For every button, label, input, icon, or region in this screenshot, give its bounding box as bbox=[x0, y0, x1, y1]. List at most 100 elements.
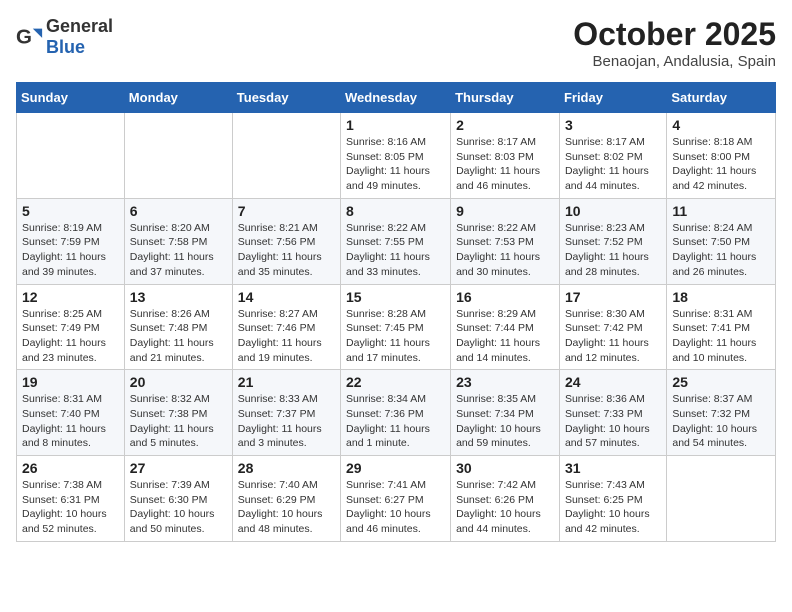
calendar-cell: 15Sunrise: 8:28 AM Sunset: 7:45 PM Dayli… bbox=[341, 284, 451, 370]
day-number: 22 bbox=[346, 374, 445, 390]
calendar-cell: 29Sunrise: 7:41 AM Sunset: 6:27 PM Dayli… bbox=[341, 456, 451, 542]
day-number: 12 bbox=[22, 289, 119, 305]
calendar-cell bbox=[667, 456, 776, 542]
day-info: Sunrise: 8:27 AM Sunset: 7:46 PM Dayligh… bbox=[238, 307, 335, 366]
logo: G General Blue bbox=[16, 16, 113, 58]
page-header: G General Blue October 2025 Benaojan, An… bbox=[16, 16, 776, 70]
day-number: 3 bbox=[565, 117, 661, 133]
day-info: Sunrise: 7:39 AM Sunset: 6:30 PM Dayligh… bbox=[130, 478, 227, 537]
day-info: Sunrise: 8:22 AM Sunset: 7:55 PM Dayligh… bbox=[346, 221, 445, 280]
day-info: Sunrise: 8:37 AM Sunset: 7:32 PM Dayligh… bbox=[672, 392, 770, 451]
calendar-cell: 9 Sunrise: 8:22 AM Sunset: 7:53 PM Daylig… bbox=[451, 198, 560, 284]
month-title: October 2025 bbox=[573, 16, 776, 53]
day-number: 28 bbox=[238, 460, 335, 476]
day-number: 18 bbox=[672, 289, 770, 305]
day-info: Sunrise: 7:40 AM Sunset: 6:29 PM Dayligh… bbox=[238, 478, 335, 537]
day-info: Sunrise: 8:23 AM Sunset: 7:52 PM Dayligh… bbox=[565, 221, 661, 280]
day-number: 9 bbox=[456, 203, 554, 219]
day-header-sunday: Sunday bbox=[17, 83, 125, 113]
calendar-header-row: SundayMondayTuesdayWednesdayThursdayFrid… bbox=[17, 83, 776, 113]
calendar-cell: 5 Sunrise: 8:19 AM Sunset: 7:59 PM Daylig… bbox=[17, 198, 125, 284]
day-info: Sunrise: 8:30 AM Sunset: 7:42 PM Dayligh… bbox=[565, 307, 661, 366]
day-info: Sunrise: 8:21 AM Sunset: 7:56 PM Dayligh… bbox=[238, 221, 335, 280]
day-info: Sunrise: 8:24 AM Sunset: 7:50 PM Dayligh… bbox=[672, 221, 770, 280]
day-number: 17 bbox=[565, 289, 661, 305]
svg-text:G: G bbox=[16, 26, 32, 49]
day-info: Sunrise: 8:25 AM Sunset: 7:49 PM Dayligh… bbox=[22, 307, 119, 366]
day-info: Sunrise: 8:18 AM Sunset: 8:00 PM Dayligh… bbox=[672, 135, 770, 194]
day-header-friday: Friday bbox=[559, 83, 666, 113]
day-info: Sunrise: 8:33 AM Sunset: 7:37 PM Dayligh… bbox=[238, 392, 335, 451]
day-info: Sunrise: 7:38 AM Sunset: 6:31 PM Dayligh… bbox=[22, 478, 119, 537]
day-number: 5 bbox=[22, 203, 119, 219]
day-info: Sunrise: 8:22 AM Sunset: 7:53 PM Dayligh… bbox=[456, 221, 554, 280]
location-subtitle: Benaojan, Andalusia, Spain bbox=[573, 53, 776, 70]
day-number: 13 bbox=[130, 289, 227, 305]
day-info: Sunrise: 8:31 AM Sunset: 7:41 PM Dayligh… bbox=[672, 307, 770, 366]
day-info: Sunrise: 8:17 AM Sunset: 8:03 PM Dayligh… bbox=[456, 135, 554, 194]
week-row-0: 1 Sunrise: 8:16 AM Sunset: 8:05 PM Daylig… bbox=[17, 113, 776, 199]
week-row-3: 19 Sunrise: 8:31 AM Sunset: 7:40 PM Dayli… bbox=[17, 370, 776, 456]
day-number: 10 bbox=[565, 203, 661, 219]
calendar-cell: 1 Sunrise: 8:16 AM Sunset: 8:05 PM Daylig… bbox=[341, 113, 451, 199]
calendar-cell: 22Sunrise: 8:34 AM Sunset: 7:36 PM Dayli… bbox=[341, 370, 451, 456]
day-number: 16 bbox=[456, 289, 554, 305]
day-number: 2 bbox=[456, 117, 554, 133]
calendar-cell bbox=[124, 113, 232, 199]
calendar-cell: 28 Sunrise: 7:40 AM Sunset: 6:29 PM Dayli… bbox=[232, 456, 340, 542]
day-info: Sunrise: 8:36 AM Sunset: 7:33 PM Dayligh… bbox=[565, 392, 661, 451]
calendar-cell bbox=[17, 113, 125, 199]
day-header-monday: Monday bbox=[124, 83, 232, 113]
logo-icon: G bbox=[16, 23, 44, 51]
day-info: Sunrise: 8:16 AM Sunset: 8:05 PM Dayligh… bbox=[346, 135, 445, 194]
day-header-tuesday: Tuesday bbox=[232, 83, 340, 113]
day-header-thursday: Thursday bbox=[451, 83, 560, 113]
day-number: 14 bbox=[238, 289, 335, 305]
day-number: 30 bbox=[456, 460, 554, 476]
day-number: 24 bbox=[565, 374, 661, 390]
calendar-cell: 16Sunrise: 8:29 AM Sunset: 7:44 PM Dayli… bbox=[451, 284, 560, 370]
title-block: October 2025 Benaojan, Andalusia, Spain bbox=[573, 16, 776, 70]
day-header-wednesday: Wednesday bbox=[341, 83, 451, 113]
week-row-2: 12 Sunrise: 8:25 AM Sunset: 7:49 PM Dayli… bbox=[17, 284, 776, 370]
day-number: 6 bbox=[130, 203, 227, 219]
day-number: 1 bbox=[346, 117, 445, 133]
day-number: 25 bbox=[672, 374, 770, 390]
calendar-cell: 19 Sunrise: 8:31 AM Sunset: 7:40 PM Dayli… bbox=[17, 370, 125, 456]
calendar-cell: 31 Sunrise: 7:43 AM Sunset: 6:25 PM Dayli… bbox=[559, 456, 666, 542]
calendar-cell bbox=[232, 113, 340, 199]
day-info: Sunrise: 7:43 AM Sunset: 6:25 PM Dayligh… bbox=[565, 478, 661, 537]
day-number: 23 bbox=[456, 374, 554, 390]
day-number: 19 bbox=[22, 374, 119, 390]
day-info: Sunrise: 8:26 AM Sunset: 7:48 PM Dayligh… bbox=[130, 307, 227, 366]
calendar-cell: 10 Sunrise: 8:23 AM Sunset: 7:52 PM Dayli… bbox=[559, 198, 666, 284]
calendar-cell: 7Sunrise: 8:21 AM Sunset: 7:56 PM Daylig… bbox=[232, 198, 340, 284]
calendar-cell: 26 Sunrise: 7:38 AM Sunset: 6:31 PM Dayli… bbox=[17, 456, 125, 542]
calendar-cell: 3 Sunrise: 8:17 AM Sunset: 8:02 PM Daylig… bbox=[559, 113, 666, 199]
calendar-cell: 4 Sunrise: 8:18 AM Sunset: 8:00 PM Daylig… bbox=[667, 113, 776, 199]
calendar-cell: 2 Sunrise: 8:17 AM Sunset: 8:03 PM Daylig… bbox=[451, 113, 560, 199]
calendar-cell: 6Sunrise: 8:20 AM Sunset: 7:58 PM Daylig… bbox=[124, 198, 232, 284]
day-number: 31 bbox=[565, 460, 661, 476]
calendar-cell: 8 Sunrise: 8:22 AM Sunset: 7:55 PM Daylig… bbox=[341, 198, 451, 284]
calendar-cell: 25 Sunrise: 8:37 AM Sunset: 7:32 PM Dayli… bbox=[667, 370, 776, 456]
day-number: 4 bbox=[672, 117, 770, 133]
logo-general-text: General bbox=[46, 16, 113, 36]
day-info: Sunrise: 8:32 AM Sunset: 7:38 PM Dayligh… bbox=[130, 392, 227, 451]
day-info: Sunrise: 8:31 AM Sunset: 7:40 PM Dayligh… bbox=[22, 392, 119, 451]
week-row-4: 26 Sunrise: 7:38 AM Sunset: 6:31 PM Dayli… bbox=[17, 456, 776, 542]
logo-blue-text: Blue bbox=[46, 37, 85, 57]
day-info: Sunrise: 8:19 AM Sunset: 7:59 PM Dayligh… bbox=[22, 221, 119, 280]
calendar-cell: 20Sunrise: 8:32 AM Sunset: 7:38 PM Dayli… bbox=[124, 370, 232, 456]
calendar-cell: 11 Sunrise: 8:24 AM Sunset: 7:50 PM Dayli… bbox=[667, 198, 776, 284]
day-header-saturday: Saturday bbox=[667, 83, 776, 113]
calendar-cell: 13 Sunrise: 8:26 AM Sunset: 7:48 PM Dayli… bbox=[124, 284, 232, 370]
calendar-table: SundayMondayTuesdayWednesdayThursdayFrid… bbox=[16, 82, 776, 542]
day-number: 8 bbox=[346, 203, 445, 219]
day-number: 11 bbox=[672, 203, 770, 219]
day-info: Sunrise: 8:17 AM Sunset: 8:02 PM Dayligh… bbox=[565, 135, 661, 194]
day-number: 26 bbox=[22, 460, 119, 476]
calendar-cell: 23Sunrise: 8:35 AM Sunset: 7:34 PM Dayli… bbox=[451, 370, 560, 456]
day-number: 29 bbox=[346, 460, 445, 476]
calendar-cell: 12 Sunrise: 8:25 AM Sunset: 7:49 PM Dayli… bbox=[17, 284, 125, 370]
